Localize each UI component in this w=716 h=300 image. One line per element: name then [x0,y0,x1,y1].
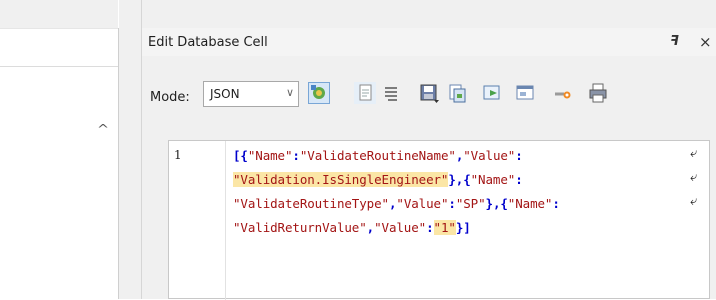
mode-label: Mode: [150,90,190,105]
code-token-highlighted: "Validation.IsSingleEngineer" [233,172,449,187]
code-token: "Name" [470,172,516,187]
scroll-up-icon[interactable]: ^ [97,122,109,136]
code-token: , [366,220,375,235]
text-view-icon[interactable] [354,82,376,104]
code-token: "SP" [455,196,486,211]
code-line: "Validation.IsSingleEngineer"},{"Name": [233,172,523,187]
line-number: 1 [174,148,182,162]
chevron-down-icon: ∨ [285,86,294,99]
code-token: : [426,220,434,235]
code-token: "Value" [374,220,427,235]
code-line: "ValidateRoutineType","Value":"SP"},{"Na… [233,196,560,211]
gutter-divider [225,141,226,300]
code-token: }] [455,220,471,235]
code-token: : [552,196,560,211]
export-icon[interactable] [481,82,503,104]
edit-database-cell-panel: Edit Database Cell ꟻ × Mode: JSON ∨ 1 [{… [141,0,716,300]
code-token: "Value" [463,148,516,163]
wrap-arrow-icon: ⤶ [690,146,698,161]
print-icon[interactable] [587,82,609,104]
code-token: "Value" [396,196,449,211]
pane-gap [119,0,141,299]
wrap-arrow-icon: ⤶ [690,194,698,209]
float-window-icon[interactable]: ꟻ [670,34,679,49]
panel-title: Edit Database Cell [148,35,268,50]
code-token: "ValidateRoutineName" [299,148,456,163]
word-wrap-icon[interactable] [380,82,402,104]
left-top-strip [0,0,118,28]
code-token: "Name" [507,196,553,211]
code-token: : [292,148,300,163]
code-token: },{ [485,196,508,211]
code-token: },{ [448,172,471,187]
code-token: : [515,172,523,187]
wrap-arrow-icon: ⤶ [690,170,698,185]
window-icon[interactable] [514,82,536,104]
format-icon[interactable] [308,82,330,104]
code-token: "Name" [247,148,293,163]
code-line: [{"Name":"ValidateRoutineName","Value": [233,148,523,163]
left-pane-header [0,28,118,67]
mode-select-value: JSON [210,87,240,101]
mode-select[interactable]: JSON ∨ [203,81,299,107]
save-icon[interactable] [418,82,440,104]
code-line: "ValidReturnValue","Value":"1"}] [233,220,471,235]
code-token: : [515,148,523,163]
code-token: [{ [233,148,248,163]
code-editor[interactable]: 1 [{"Name":"ValidateRoutineName","Value"… [168,140,710,300]
close-icon[interactable]: × [699,33,712,51]
code-token: "ValidateRoutineType" [233,196,389,211]
copy-icon[interactable] [446,82,468,104]
left-pane: ^ [0,0,118,299]
clear-icon[interactable] [551,82,573,104]
code-token: : [448,196,456,211]
code-token-highlighted: "1" [433,220,456,235]
code-token: "ValidReturnValue" [233,220,367,235]
